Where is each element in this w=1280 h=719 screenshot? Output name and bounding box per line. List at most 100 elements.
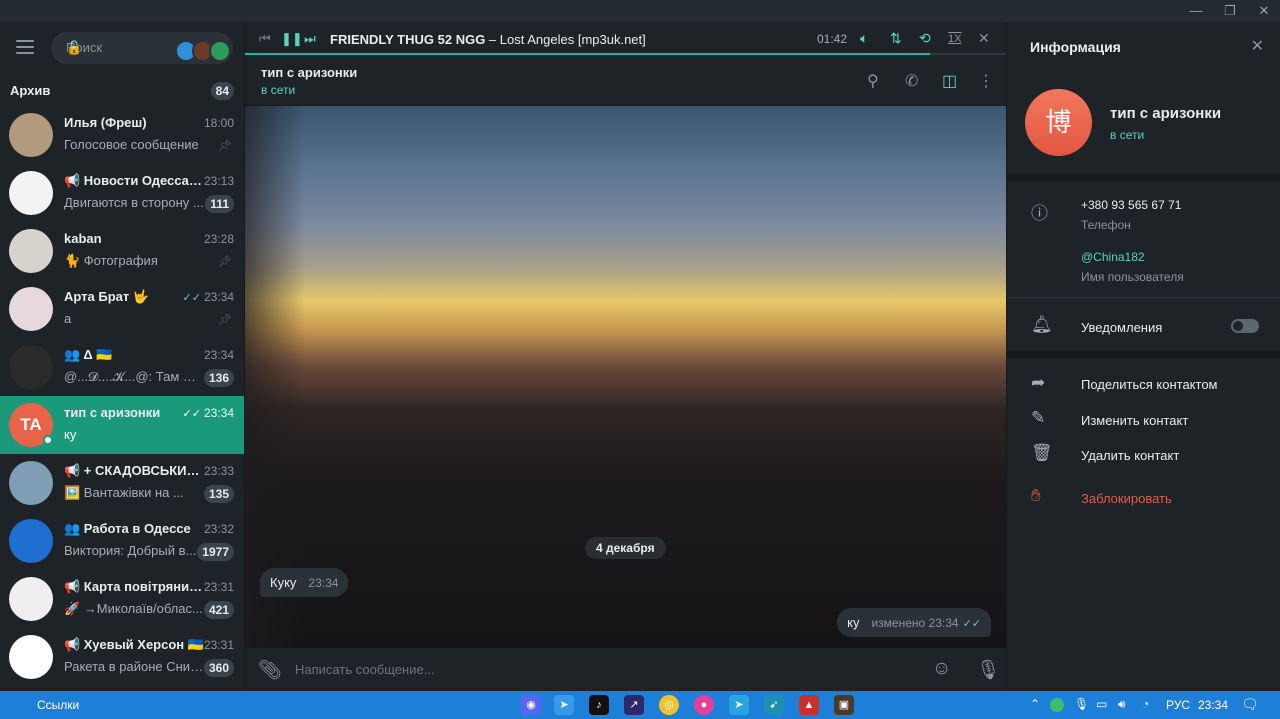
chat-list-item[interactable]: kaban 23:28 🐈 Фотография 📌︎ — [0, 222, 244, 280]
pin-icon: 📌︎ — [218, 256, 232, 268]
app-icon[interactable]: ↗ — [624, 695, 644, 715]
chat-list-item[interactable]: Арта Брат 🤟 ✓✓ 23:34 а 📌︎ — [0, 280, 244, 338]
block-button[interactable]: Заблокировать — [1081, 491, 1172, 506]
track-progress-bar[interactable] — [245, 53, 930, 55]
chat-list-item[interactable]: TA тип с аризонки ✓✓ 23:34 ку — [0, 396, 244, 454]
emoji-icon[interactable]: ☺ — [932, 658, 951, 680]
bell-icon: 🔔︎ — [1031, 315, 1053, 334]
attach-icon[interactable]: 📎︎ — [258, 658, 282, 682]
more-options-icon[interactable]: ⋮ — [978, 71, 994, 91]
chat-avatar[interactable] — [9, 229, 53, 273]
tray-mic-icon[interactable]: 🎙︎ — [1074, 697, 1089, 711]
discord-icon[interactable]: ◉ — [521, 695, 541, 715]
search-icon[interactable]: ⚲ — [867, 71, 879, 91]
chrome-icon[interactable]: ◎ — [659, 695, 679, 715]
close-window-button[interactable]: ✕ — [1252, 2, 1276, 20]
account-avatar-3[interactable] — [209, 40, 231, 62]
tray-status-icon[interactable] — [1050, 698, 1064, 712]
chat-time-wrap: 23:31 — [204, 638, 234, 652]
clock[interactable]: 23:34 — [1198, 698, 1228, 712]
archive-count-badge: 84 — [210, 82, 234, 100]
chat-avatar[interactable] — [9, 345, 53, 389]
repeat-icon[interactable]: ⟲ — [919, 30, 931, 47]
telegram-icon[interactable]: ➤ — [554, 695, 574, 715]
app-badge-icon[interactable]: ● — [694, 695, 714, 715]
divider — [1007, 297, 1280, 298]
speaker-icon[interactable]: 🔊︎ — [1118, 697, 1126, 712]
date-chip: 4 декабря — [585, 537, 666, 559]
chat-avatar[interactable] — [9, 635, 53, 679]
wifi-icon[interactable]: ◔ — [1142, 697, 1149, 711]
lock-icon[interactable]: 🔓 — [66, 40, 82, 56]
read-checkmarks-icon: ✓✓ — [182, 408, 201, 420]
sidebar-toggle-icon[interactable]: ◫ — [942, 71, 957, 91]
chat-list-item[interactable]: 📢 Хуевый Херсон 🇺🇦 23:31 Ракета в районе С… — [0, 628, 244, 686]
divider — [1007, 174, 1280, 181]
phone-label: Телефон — [1081, 218, 1131, 232]
edit-contact-button[interactable]: Изменить контакт — [1081, 413, 1188, 428]
pin-icon: 📌︎ — [218, 140, 232, 152]
chat-avatar[interactable] — [9, 113, 53, 157]
chat-title[interactable]: тип с аризонки — [261, 65, 357, 80]
chat-avatar[interactable] — [9, 287, 53, 331]
profile-avatar[interactable]: 博 — [1025, 89, 1092, 156]
search-input[interactable]: Поиск 🔓 — [51, 32, 233, 64]
username-link[interactable]: @China182 — [1081, 250, 1145, 264]
tray-chevron-icon[interactable]: ⌃ — [1030, 697, 1040, 711]
microphone-icon[interactable]: 🎙︎ — [976, 658, 1000, 682]
delete-contact-button[interactable]: Удалить контакт — [1081, 448, 1179, 463]
close-icon[interactable]: ✕ — [1251, 36, 1264, 56]
track-title[interactable]: FRIENDLY THUG 52 NGG – Lost Angeles [mp3… — [330, 32, 646, 47]
chat-list-item[interactable]: 📢 + СКАДОВСЬКИЙ ... 23:33 🖼️ Вантажівки на… — [0, 454, 244, 512]
chat-list-item[interactable]: 📢 Карта повітряних тривог23:31🚀 →Миколаї… — [0, 570, 244, 628]
telegram-icon-2[interactable]: ➤ — [729, 695, 749, 715]
unread-badge: 1977 — [197, 543, 234, 561]
volume-icon[interactable]: 🔈︎ — [860, 30, 868, 47]
speed-button[interactable]: 1X — [948, 33, 961, 45]
restore-button[interactable]: ❐ — [1218, 2, 1242, 20]
pause-icon[interactable]: ❚❚ — [281, 31, 303, 47]
phone-number[interactable]: +380 93 565 67 71 — [1081, 198, 1181, 212]
order-icon[interactable]: ⇅ — [890, 30, 902, 47]
language-indicator[interactable]: РУС — [1166, 698, 1190, 712]
trash-icon: 🗑︎ — [1031, 443, 1053, 462]
chat-list-sidebar: Поиск 🔓 Архив 84 Илья (Фреш) 18:00 Голосов… — [0, 22, 245, 691]
notifications-icon[interactable]: 🗨︎ — [1241, 696, 1259, 713]
share-contact-button[interactable]: Поделиться контактом — [1081, 377, 1218, 392]
next-track-icon[interactable]: ⏭ — [304, 31, 316, 47]
tiktok-icon[interactable]: ♪ — [589, 695, 609, 715]
track-progress-remaining[interactable] — [930, 53, 1006, 55]
chat-time: 23:28 — [203, 232, 234, 246]
chat-list-item[interactable]: 👥 Δ 🇺🇦 23:34 @...𝓓....𝓚...@: Там ще ... 136 — [0, 338, 244, 396]
chat-list-item[interactable]: 📢 Новости Одесса | Одесса23:13Двигаются … — [0, 164, 244, 222]
app-icon-4[interactable]: ▣ — [834, 695, 854, 715]
app-icon-2[interactable]: ➹ — [764, 695, 784, 715]
call-icon[interactable]: ✆ — [905, 71, 918, 91]
chat-time-wrap: 23:28 — [204, 232, 234, 246]
chat-avatar[interactable] — [9, 577, 53, 621]
chat-avatar[interactable] — [9, 461, 53, 505]
previous-track-icon[interactable]: ⏮ — [259, 31, 271, 47]
tray-battery-icon[interactable]: ▭ — [1096, 697, 1107, 711]
app-icon-3[interactable]: ▲ — [799, 695, 819, 715]
chat-time: 23:34 — [203, 290, 234, 304]
message-input[interactable]: Написать сообщение... — [295, 662, 435, 677]
chat-time-wrap: 23:32 — [204, 522, 234, 536]
chat-avatar[interactable] — [9, 519, 53, 563]
chat-time: 23:13 — [203, 174, 234, 188]
chat-avatar[interactable] — [9, 171, 53, 215]
minimize-button[interactable]: — — [1184, 2, 1208, 20]
chat-preview: Виктория: Добрый в... — [64, 543, 197, 558]
archive-folder[interactable]: Архив 84 — [0, 74, 244, 106]
chat-list-item[interactable]: Илья (Фреш) 18:00 Голосовое сообщение 📌︎ — [0, 106, 244, 164]
outgoing-message[interactable]: ку изменено 23:34 ✓✓ — [837, 608, 991, 637]
archive-label: Архив — [10, 83, 51, 98]
menu-icon[interactable] — [16, 40, 34, 58]
chat-time: 23:34 — [203, 406, 234, 420]
notifications-toggle[interactable] — [1231, 319, 1259, 333]
links-toolbar[interactable]: Ссылки — [37, 698, 79, 712]
incoming-message[interactable]: Куку 23:34 — [260, 568, 349, 597]
chat-header[interactable]: тип с аризонки в сети ⚲ ✆ ◫ ⋮ — [245, 58, 1006, 106]
close-player-icon[interactable]: ✕ — [978, 30, 990, 47]
chat-list-item[interactable]: 👥 Работа в Одессе 23:32 Виктория: Добрый в… — [0, 512, 244, 570]
